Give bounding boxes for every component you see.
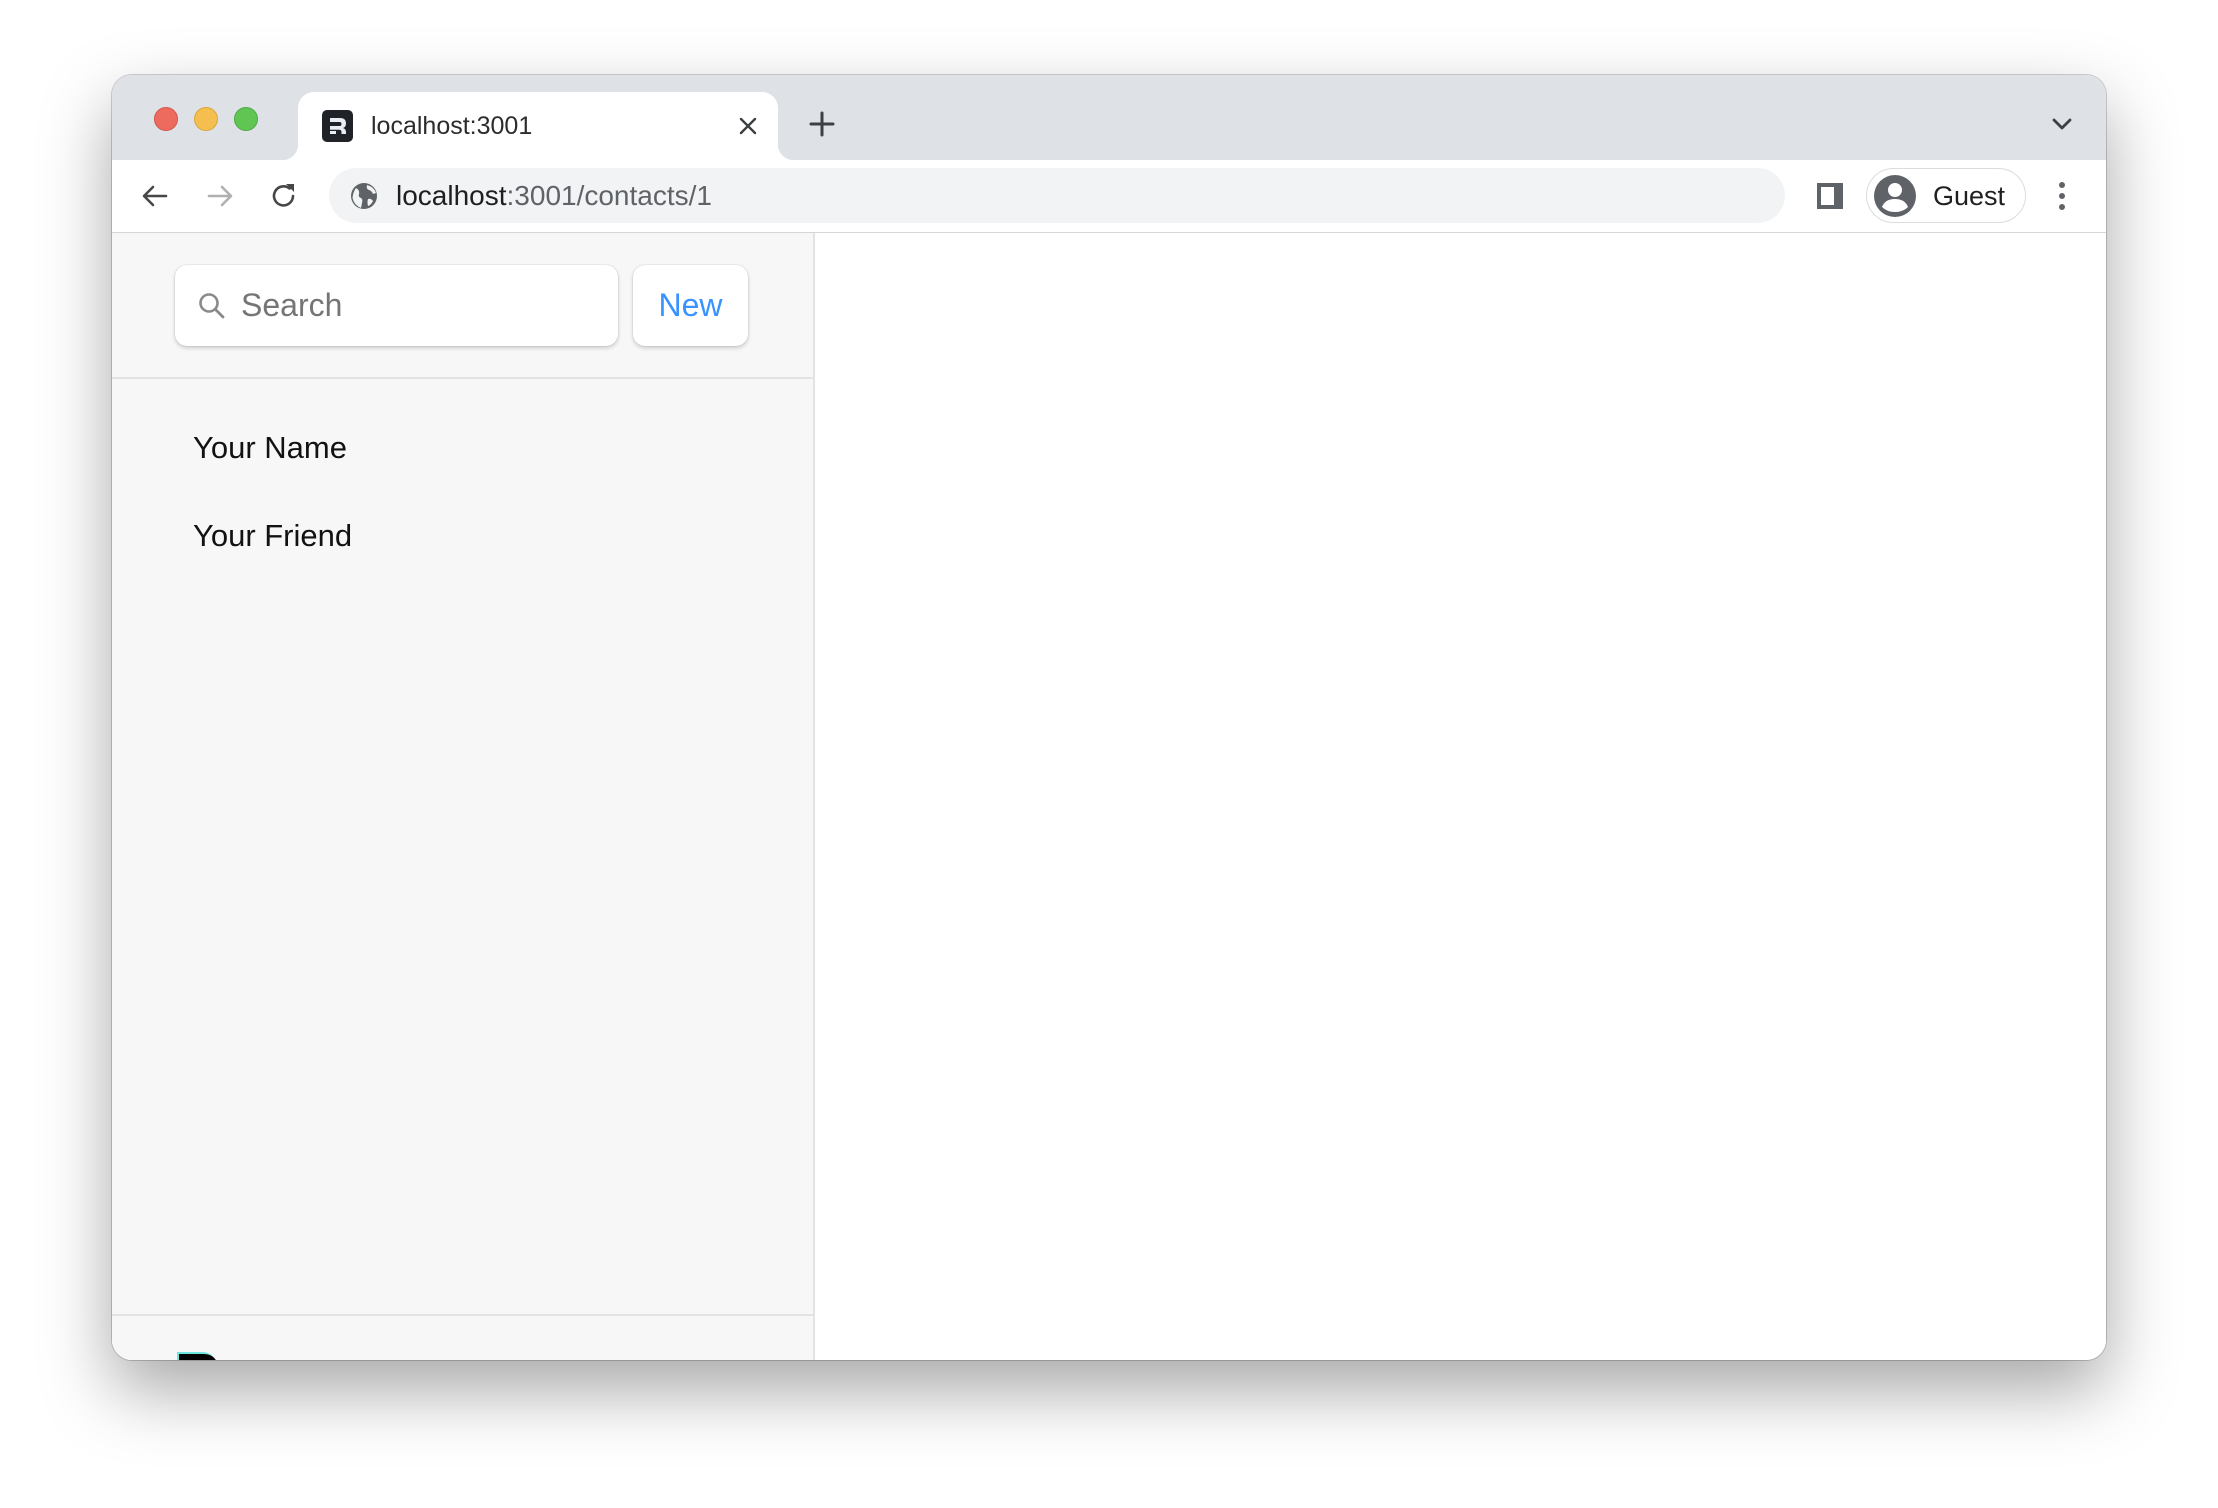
new-contact-button[interactable]: New xyxy=(633,265,748,346)
page-content: New Your Name Your Friend xyxy=(112,233,2106,1360)
close-icon[interactable] xyxy=(734,112,762,140)
arrow-left-icon[interactable] xyxy=(137,178,173,214)
address-bar[interactable]: localhost:3001/contacts/1 xyxy=(329,168,1785,223)
sidebar: New Your Name Your Friend xyxy=(112,233,815,1360)
profile-name: Guest xyxy=(1933,181,2006,211)
side-panel-icon[interactable] xyxy=(1814,180,1846,212)
browser-toolbar: localhost:3001/contacts/1 Guest xyxy=(112,160,2106,233)
remix-logo-icon xyxy=(177,1352,217,1360)
plus-icon[interactable] xyxy=(806,108,838,140)
tab-title: localhost:3001 xyxy=(371,112,533,140)
remix-favicon-icon xyxy=(322,110,353,142)
avatar-icon xyxy=(1874,175,1916,217)
contact-list-item[interactable]: Your Friend xyxy=(193,516,352,556)
reload-icon[interactable] xyxy=(266,178,302,214)
url-path: :3001/contacts/1 xyxy=(506,180,712,211)
sidebar-header: New xyxy=(112,233,813,379)
maximize-window-button[interactable] xyxy=(234,107,258,131)
contact-list-item[interactable]: Your Name xyxy=(193,428,347,468)
tab-strip: localhost:3001 xyxy=(112,75,2106,160)
arrow-right-icon[interactable] xyxy=(202,178,238,214)
search-input[interactable] xyxy=(239,265,599,346)
sidebar-footer: Remix Contacts xyxy=(112,1314,813,1360)
close-window-button[interactable] xyxy=(154,107,178,131)
tab-active[interactable]: localhost:3001 xyxy=(282,92,794,160)
kebab-menu-icon[interactable] xyxy=(2046,178,2078,214)
brand-name[interactable]: Remix Contacts xyxy=(239,1358,465,1360)
search-box[interactable] xyxy=(175,265,618,346)
profile-button[interactable]: Guest xyxy=(1866,168,2026,223)
detail-pane xyxy=(815,233,2106,1360)
url-text[interactable]: localhost:3001/contacts/1 xyxy=(396,180,712,212)
browser-window: localhost:3001 localhost:3001/contacts/1… xyxy=(112,75,2106,1360)
chevron-down-icon[interactable] xyxy=(2048,110,2076,138)
minimize-window-button[interactable] xyxy=(194,107,218,131)
url-host: localhost xyxy=(396,180,507,211)
search-icon xyxy=(199,293,225,319)
globe-icon[interactable] xyxy=(350,182,378,210)
